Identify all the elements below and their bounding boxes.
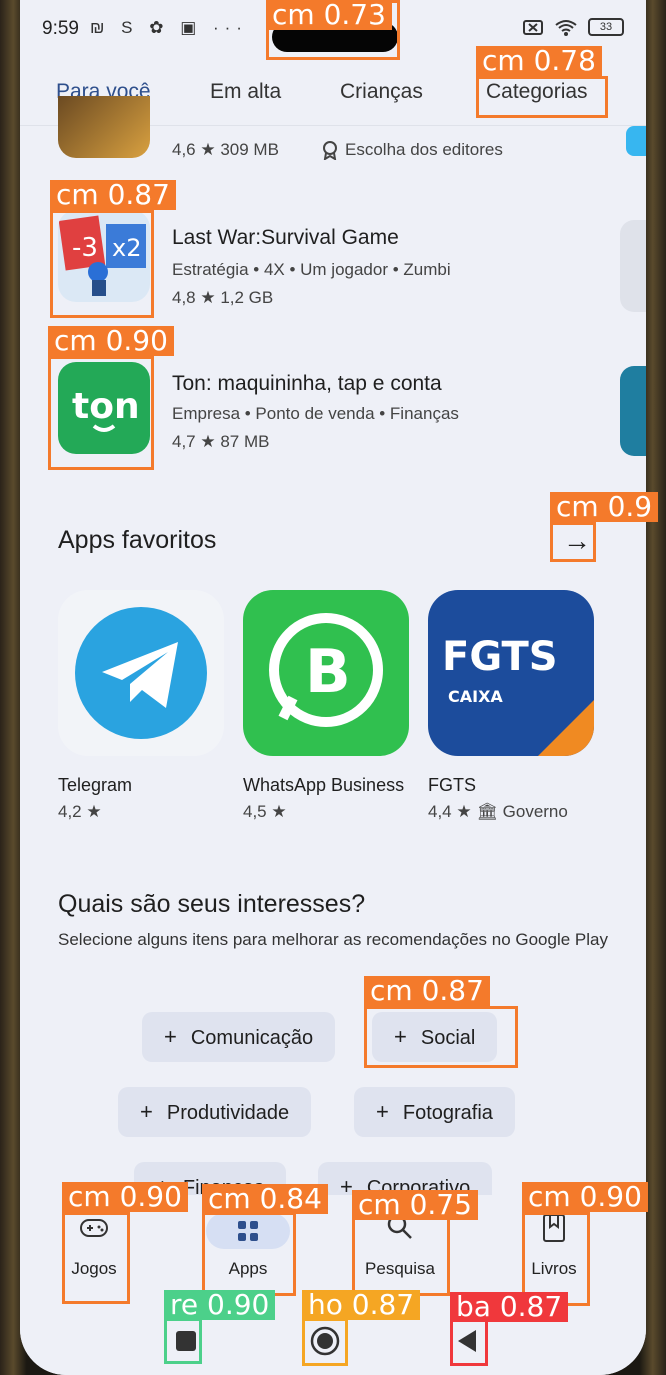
nav-label: Livros [531,1259,577,1278]
list-item[interactable]: 4,6 ★ 309 MB Escolha dos editores [20,96,646,186]
fgts-icon: FGTS CAIXA [428,590,594,756]
list-item[interactable]: ton Ton: maquininha, tap e conta Empresa… [20,362,646,462]
interest-chip-social[interactable]: + Social [372,1012,498,1062]
app-meta: Empresa • Ponto de venda • Finanças [172,404,459,423]
telegram-icon [58,590,224,756]
interests-title: Quais são seus interesses? [58,890,366,918]
back-button[interactable] [452,1326,482,1356]
detection-label: cm 0.78 [476,46,602,76]
interest-chip-fotografia[interactable]: + Fotografia [354,1087,515,1137]
status-notification-icons: ₪ S ✿ ▣ ··· [90,18,248,37]
detection-label: cm 0.9 [550,492,659,522]
app-name: Last War:Survival Game [172,226,399,249]
nav-pesquisa[interactable]: Pesquisa [350,1213,450,1279]
next-card-peek [626,126,646,156]
editors-choice-icon [323,141,337,160]
app-stats: 4,6 ★ 309 MB [172,140,279,159]
apps-grid-icon [206,1213,290,1249]
book-icon [504,1213,604,1249]
battery-icon: 33 [588,18,624,36]
app-meta: Estratégia • 4X • Um jogador • Zumbi [172,260,451,279]
no-sim-icon [523,20,543,35]
favorite-app-name: WhatsApp Business [243,775,405,795]
favorite-app-rating: 4,4 ★ 🏛 Governo [428,802,568,821]
detection-label: cm 0.75 [352,1190,478,1220]
next-card-peek [620,220,646,312]
editors-choice-badge: Escolha dos editores [345,140,503,159]
nav-apps[interactable]: Apps [198,1213,298,1279]
svg-text:FGTS: FGTS [442,634,558,680]
list-item[interactable]: -3 x2 Last War:Survival Game Estratégia … [20,210,646,320]
nav-label: Pesquisa [365,1259,435,1278]
detection-label: cm 0.87 [50,180,176,210]
interest-chip-comunicacao[interactable]: + Comunicação [142,1012,336,1062]
nav-label: Jogos [71,1259,117,1278]
interests-subtitle: Selecione alguns itens para melhorar as … [58,930,608,949]
app-name: Ton: maquininha, tap e conta [172,372,442,395]
tab-categorias[interactable]: Categorias [486,80,588,104]
interest-chip-produtividade[interactable]: + Produtividade [118,1087,312,1137]
status-time: 9:59 [42,18,79,39]
see-more-arrow-button[interactable]: → [560,524,594,558]
svg-text:ton: ton [72,386,140,427]
detection-label: cm 0.90 [62,1182,188,1212]
svg-text:B: B [305,637,351,707]
ton-app-icon: ton [58,362,150,454]
section-title: Apps favoritos [58,526,217,554]
status-right-icons: 33 [522,18,624,36]
favorite-app-name: Telegram [58,775,133,795]
detection-label: ho 0.87 [302,1290,421,1320]
recents-button[interactable] [171,1326,201,1356]
svg-text:-3: -3 [72,233,98,263]
favorite-app-fgts[interactable]: FGTS CAIXA FGTS 4,4 ★ 🏛 Governo [428,590,596,822]
wifi-icon [555,20,577,36]
favorite-app-name: FGTS [428,775,476,795]
favorite-app-whatsapp-business[interactable]: B WhatsApp Business 4,5 ★ [243,590,411,822]
detection-label: cm 0.84 [202,1184,328,1214]
app-stats: 4,8 ★ 1,2 GB [172,288,274,307]
favorite-app-rating: 4,5 ★ [243,802,287,821]
nav-label: Apps [228,1259,268,1278]
svg-text:x2: x2 [112,234,141,262]
detection-label: re 0.90 [164,1290,276,1320]
tab-em-alta[interactable]: Em alta [210,80,281,104]
home-button[interactable] [310,1326,340,1356]
favorite-app-telegram[interactable]: Telegram 4,2 ★ [58,590,226,822]
detection-label: cm 0.87 [364,976,490,1006]
favorite-app-rating: 4,2 ★ [58,802,102,821]
svg-text:CAIXA: CAIXA [448,687,503,706]
game-app-icon [58,96,150,158]
last-war-app-icon: -3 x2 [58,210,150,302]
detection-label: cm 0.73 [266,0,392,30]
tab-criancas[interactable]: Crianças [340,80,423,104]
detection-label: cm 0.90 [48,326,174,356]
gamepad-icon [44,1213,144,1249]
next-card-peek [620,366,646,456]
app-stats: 4,7 ★ 87 MB [172,432,270,451]
detection-label: ba 0.87 [450,1292,569,1322]
detection-label: cm 0.90 [522,1182,648,1212]
nav-livros[interactable]: Livros [504,1213,604,1279]
whatsapp-business-icon: B [243,590,409,756]
nav-jogos[interactable]: Jogos [44,1213,144,1279]
